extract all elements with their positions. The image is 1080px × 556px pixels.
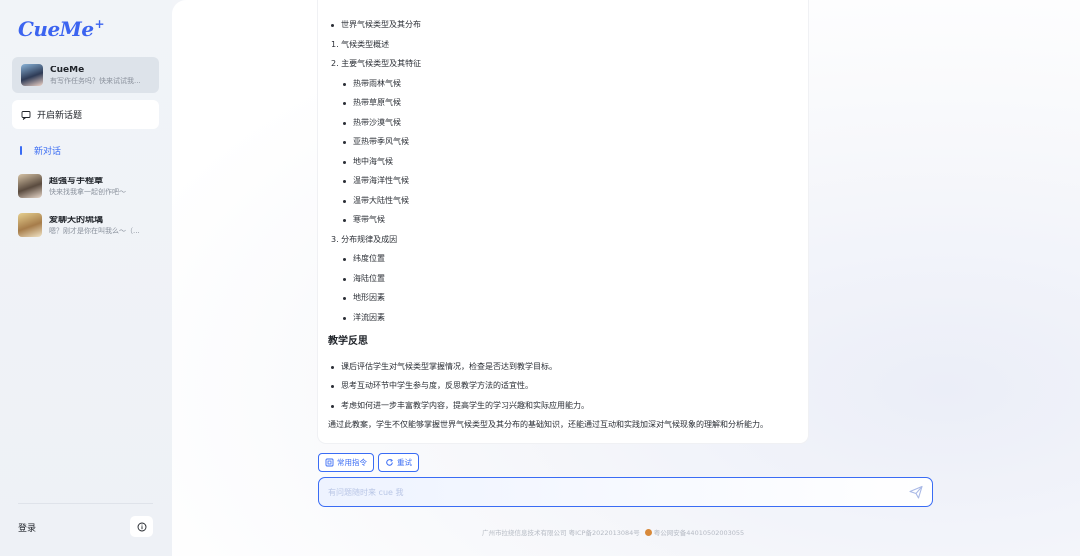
info-button[interactable] [130,516,153,537]
logo-text: CueMe [18,17,94,41]
chat-main: 世界气候类型及其分布 1. 气候类型概述 2. 主要气候类型及其特征 热带雨林气… [172,0,1080,556]
list-item: 3. 分布规律及成因 [331,235,398,244]
list-item: 地中海气候 [343,157,393,166]
assistant-message: 世界气候类型及其分布 1. 气候类型概述 2. 主要气候类型及其特征 热带雨林气… [318,0,808,443]
bot-subtitle: 嗯？刚才是你在叫我么～（... [49,226,140,235]
send-icon[interactable] [908,484,924,500]
bot-item-writer[interactable]: 超强写手程章 快来找我拿一起创作吧～ [18,173,163,199]
list-item: 2. 主要气候类型及其特征 [331,59,422,68]
footer: 广州市拉绕信息技术有限公司 粤ICP备2022013084号 粤公网安备4401… [482,527,744,537]
list-item: 考虑如何进一步丰富教学内容，提高学生的学习兴趣和实际应用能力。 [331,401,589,410]
sidebar: CueMe+ CueMe 有写作任务吗？快来试试我... 开启新话题 新对话 超… [0,0,172,556]
list-item: 思考互动环节中学生参与度，反思教学方法的适宜性。 [331,381,533,390]
list-item: 1. 气候类型概述 [331,40,390,49]
list-item: 温带海洋性气候 [343,176,409,185]
list-item: 海陆位置 [343,274,385,283]
new-chat-item[interactable]: 新对话 [20,143,61,157]
list-item: 洋流因素 [343,313,385,322]
list-item: 地形因素 [343,293,385,302]
composer [318,477,933,507]
bot-item-chatter[interactable]: 爱聊天的琉璃 嗯？刚才是你在叫我么～（... [18,212,163,238]
new-chat-label: 新对话 [34,146,62,157]
list-item: 热带沙漠气候 [343,118,401,127]
writer-avatar [18,174,42,198]
bot-name: 爱聊天的琉璃 [49,215,104,225]
list-item: 热带草原气候 [343,98,401,107]
chatter-avatar [18,213,42,237]
police-badge-icon [644,528,652,536]
section-heading: 教学反思 [328,336,368,347]
bot-name: 超强写手程章 [49,176,104,186]
current-bot-name: CueMe [50,65,85,75]
commands-icon [325,458,334,467]
list-item: 世界气候类型及其分布 [331,20,421,29]
current-bot-subtitle: 有写作任务吗？快来试试我... [50,76,141,85]
bot-subtitle: 快来找我拿一起创作吧～ [49,187,126,196]
list-item: 亚热带季风气候 [343,137,409,146]
list-item: 热带雨林气候 [343,79,401,88]
new-topic-label: 开启新话题 [37,111,83,121]
common-commands-button[interactable]: 常用指令 [318,453,374,472]
refresh-icon [386,458,393,466]
sidebar-divider [18,503,153,504]
common-commands-label: 常用指令 [337,458,367,467]
summary-text: 通过此教案，学生不仅能够掌握世界气候类型及其分布的基础知识，还能通过互动和实践加… [328,420,768,429]
logo-plus: + [94,17,105,31]
cueme-avatar [21,64,43,86]
retry-button[interactable]: 重试 [378,453,419,472]
active-indicator [20,145,22,155]
police-text[interactable]: 粤公网安备44010502003055 [654,527,744,537]
list-item: 纬度位置 [343,254,385,263]
icp-text[interactable]: 广州市拉绕信息技术有限公司 粤ICP备2022013084号 [482,527,640,537]
info-icon [137,522,146,531]
retry-label: 重试 [397,458,412,467]
login-link[interactable]: 登录 [18,521,36,534]
message-input[interactable] [328,485,898,499]
new-topic-icon [21,110,31,120]
new-topic-button[interactable]: 开启新话题 [12,100,159,129]
list-item: 温带大陆性气候 [343,196,409,205]
list-item: 寒带气候 [343,215,385,224]
cueme-logo[interactable]: CueMe+ [18,17,105,41]
list-item: 课后评估学生对气候类型掌握情况，检查是否达到教学目标。 [331,362,557,371]
current-bot-card[interactable]: CueMe 有写作任务吗？快来试试我... [12,57,159,93]
